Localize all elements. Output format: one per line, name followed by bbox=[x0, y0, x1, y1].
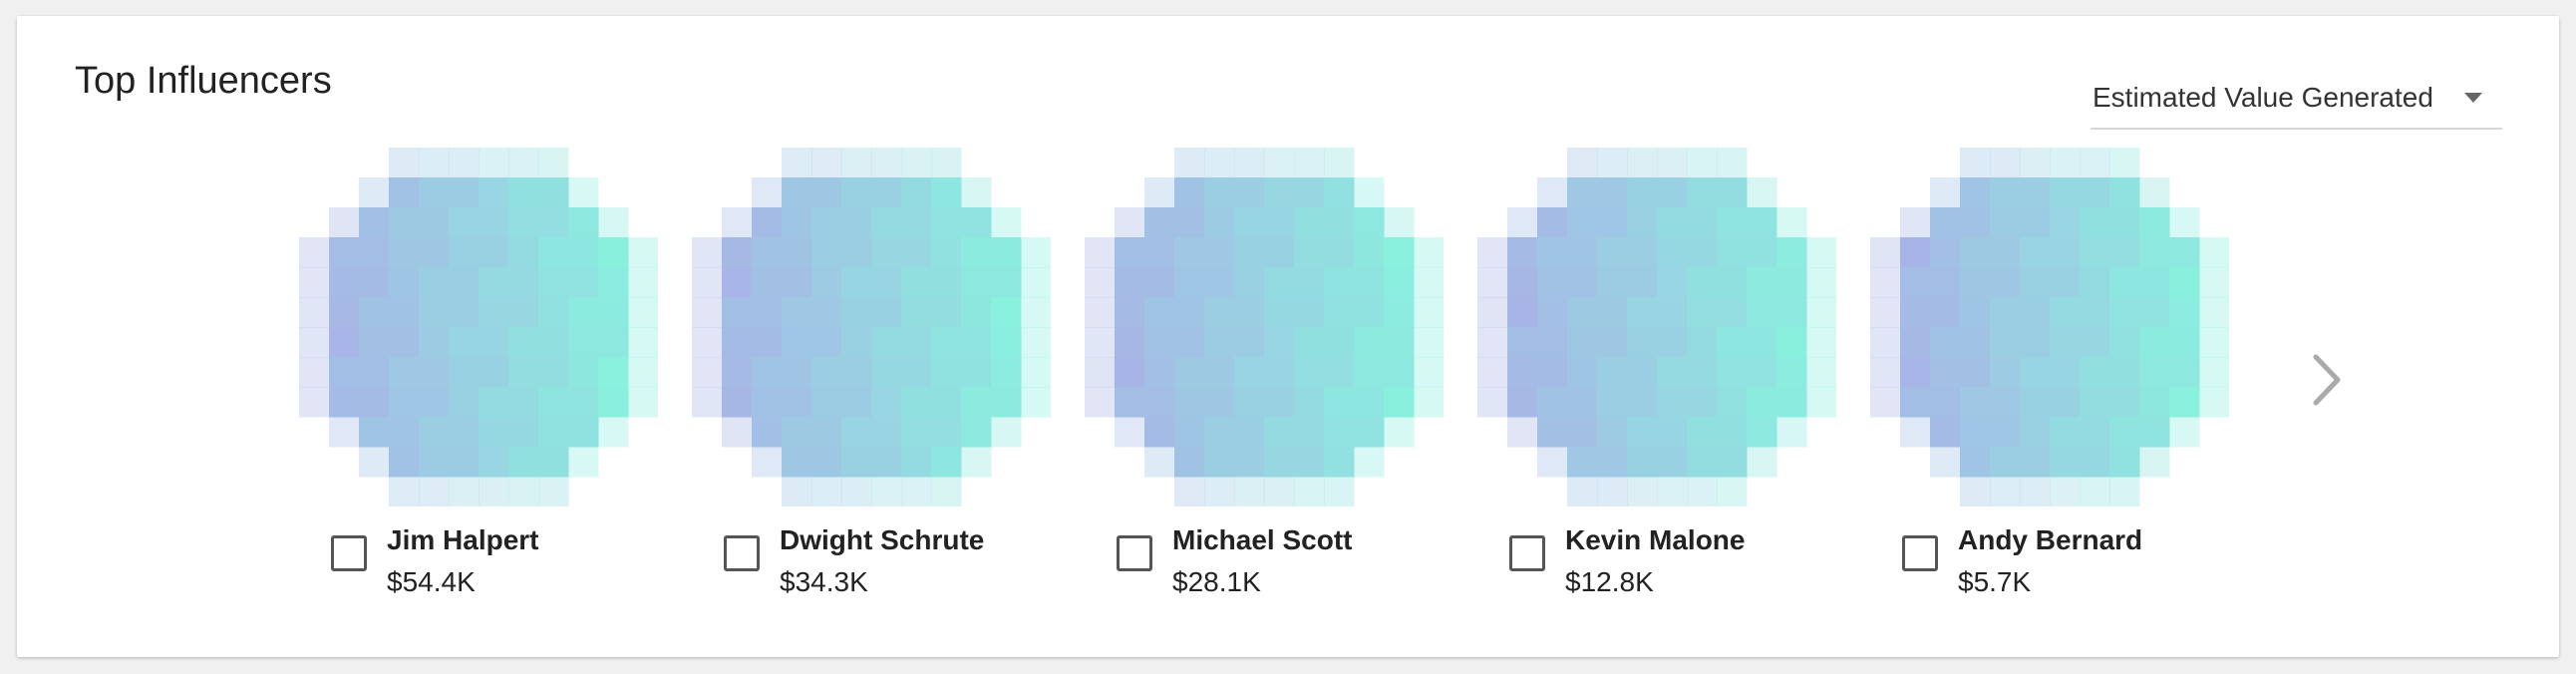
influencer-checkbox[interactable] bbox=[1117, 535, 1152, 571]
influencer-value: $54.4K bbox=[387, 566, 476, 597]
avatar[interactable] bbox=[299, 148, 658, 506]
influencer-card: Andy Bernard $5.7K bbox=[1870, 148, 2249, 616]
influencer-value: $5.7K bbox=[1958, 566, 2032, 597]
influencer-name: Michael Scott bbox=[1172, 524, 1353, 555]
influencer-value: $12.8K bbox=[1565, 566, 1654, 597]
influencer-name: Jim Halpert bbox=[387, 524, 539, 555]
top-influencers-card: Top Influencers Estimated Value Generate… bbox=[17, 16, 2559, 657]
influencer-name: Kevin Malone bbox=[1565, 524, 1746, 555]
page-title: Top Influencers bbox=[75, 60, 332, 102]
avatar[interactable] bbox=[692, 148, 1051, 506]
caret-down-icon bbox=[2464, 93, 2482, 103]
avatar[interactable] bbox=[1870, 148, 2229, 506]
influencer-card: Dwight Schrute $34.3K bbox=[692, 148, 1071, 616]
chevron-right-icon[interactable] bbox=[2298, 345, 2358, 415]
influencer-name: Dwight Schrute bbox=[780, 524, 985, 555]
influencer-checkbox[interactable] bbox=[331, 535, 367, 571]
influencer-value: $34.3K bbox=[780, 566, 868, 597]
influencer-checkbox[interactable] bbox=[724, 535, 760, 571]
sort-dropdown-value: Estimated Value Generated bbox=[2093, 82, 2433, 113]
avatar[interactable] bbox=[1477, 148, 1836, 506]
influencer-value: $28.1K bbox=[1172, 566, 1261, 597]
influencer-name: Andy Bernard bbox=[1958, 524, 2143, 555]
avatar[interactable] bbox=[1085, 148, 1444, 506]
sort-dropdown[interactable]: Estimated Value Generated bbox=[2091, 64, 2502, 130]
influencer-card: Jim Halpert $54.4K bbox=[299, 148, 678, 616]
influencer-checkbox[interactable] bbox=[1902, 535, 1938, 571]
influencer-checkbox[interactable] bbox=[1509, 535, 1545, 571]
influencer-card: Michael Scott $28.1K bbox=[1085, 148, 1463, 616]
influencer-card: Kevin Malone $12.8K bbox=[1477, 148, 1856, 616]
